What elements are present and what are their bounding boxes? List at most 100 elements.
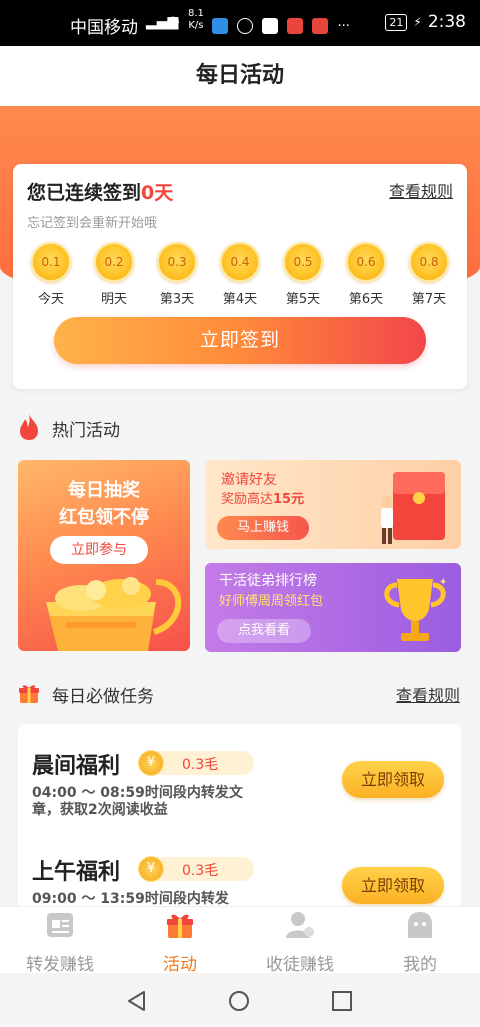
speed-value: 8.1 (188, 8, 204, 19)
task-reward-pill: ¥ 0.3毛 (138, 750, 254, 776)
streak-label: 您已连续签到 (27, 182, 142, 204)
reward-day: 0.1 今天 (21, 242, 81, 307)
lottery-subtitle: 红包领不停 (59, 507, 149, 528)
reward-day-label: 第3天 (159, 292, 195, 307)
add-user-icon (286, 912, 314, 938)
recents-icon[interactable] (331, 990, 353, 1012)
task-name: 晨间福利 (32, 754, 121, 779)
lottery-title: 每日抽奖 (68, 480, 140, 501)
gift-icon (19, 685, 39, 703)
daily-tasks-title: 每日必做任务 (52, 687, 154, 707)
sign-in-card: 您已连续签到0天 查看规则 忘记签到会重新开始哦 0.1 今天 0.2 明天 0… (13, 164, 467, 389)
battery-icon: 21 (385, 13, 408, 31)
tab-recruit-earn[interactable]: 收徒赚钱 (240, 907, 360, 975)
treasure-chest-icon (46, 577, 182, 651)
invite-reward-label: 奖励高达 (221, 492, 274, 507)
reward-day: 0.6 第6天 (336, 242, 396, 307)
system-nav-bar (0, 973, 480, 1027)
coin-icon: 0.6 (346, 242, 386, 282)
reward-row: 0.1 今天 0.2 明天 0.3 第3天 0.4 第4天 0.5 第5天 0.… (13, 242, 467, 307)
page-title: 每日活动 (195, 63, 284, 88)
ranking-subtitle: 好师傅周周领红包 (219, 594, 324, 609)
app-notification-icon (212, 17, 228, 34)
sign-rules-link[interactable]: 查看规则 (389, 178, 453, 202)
hot-activities-title: 热门活动 (52, 421, 120, 441)
tab-label: 活动 (163, 955, 197, 975)
home-icon[interactable] (228, 990, 250, 1012)
reward-day-label: 今天 (37, 292, 64, 307)
trophy-icon: ✦ (384, 577, 447, 641)
task-description: 04:00 ～ 08:59时间段内转发文章，获取2次阅读收益 (32, 785, 243, 818)
ranking-title: 干活徒弟排行榜 (219, 573, 317, 589)
reward-day: 0.4 第4天 (210, 242, 270, 307)
reward-day: 0.3 第3天 (147, 242, 207, 307)
more-notifications-icon: ··· (337, 19, 350, 34)
task-list-card: 晨间福利 ¥ 0.3毛 04:00 ～ 08:59时间段内转发文章，获取2次阅读… (18, 724, 461, 924)
reward-day-label: 明天 (100, 292, 127, 307)
reward-day: 0.5 第5天 (273, 242, 333, 307)
reward-day: 0.2 明天 (84, 242, 144, 307)
reward-day-label: 第6天 (348, 292, 384, 307)
task-reward-amount: 0.3毛 (182, 757, 219, 773)
news-app-icon (262, 17, 279, 34)
carrier-name: 中国移动 (70, 18, 138, 38)
invite-title: 邀请好友 (221, 472, 277, 488)
reward-day: 0.8 第7天 (399, 242, 459, 307)
tab-profile[interactable]: 我的 (360, 907, 480, 975)
charging-icon: ⚡ (413, 15, 422, 29)
task-reward-amount: 0.3毛 (182, 863, 219, 879)
reward-day-label: 第4天 (222, 292, 258, 307)
profile-icon (408, 912, 432, 938)
svg-text:✦: ✦ (439, 577, 447, 588)
status-right: 21 ⚡ 2:38 (385, 12, 466, 32)
network-speed: 8.1 K/s (188, 8, 204, 32)
reward-day-label: 第5天 (285, 292, 321, 307)
cloud-icon (237, 17, 254, 34)
view-ranking-button[interactable]: 点我看看 (217, 619, 311, 643)
coin-icon: 0.5 (283, 242, 323, 282)
gift-icon (167, 914, 193, 938)
coin-icon: 0.1 (31, 242, 71, 282)
invite-friends-card[interactable]: 邀请好友 奖励高达15元 马上赚钱 (205, 460, 461, 549)
page-header: 每日活动 (0, 46, 480, 106)
earn-now-button[interactable]: 马上赚钱 (217, 516, 309, 540)
tab-activities[interactable]: 活动 (120, 907, 240, 975)
claim-button[interactable]: 立即领取 (342, 867, 444, 904)
status-bar: 中国移动 ▂▄▆ ◠ 8.1 K/s ··· 21 ⚡ 2:38 (0, 0, 480, 46)
coin-icon: 0.8 (409, 242, 449, 282)
article-icon (47, 913, 73, 937)
coin-icon: 0.2 (94, 242, 134, 282)
back-icon[interactable] (126, 990, 148, 1012)
speed-unit: K/s (188, 20, 204, 31)
invite-reward-amount: 15元 (273, 492, 305, 507)
streak-days: 0天 (141, 182, 174, 204)
tab-label: 收徒赚钱 (266, 955, 334, 975)
coin-icon: 0.3 (157, 242, 197, 282)
sale-app-icon (312, 17, 329, 34)
clock: 2:38 (427, 12, 466, 32)
streak-title: 您已连续签到0天 (27, 178, 173, 205)
shop-app-icon (287, 17, 304, 34)
task-reward-pill: ¥ 0.3毛 (138, 856, 254, 882)
claim-button[interactable]: 立即领取 (342, 761, 444, 798)
tab-label: 转发赚钱 (26, 955, 94, 975)
red-envelope-illustration (381, 472, 445, 544)
wifi-icon: ◠ (166, 12, 180, 31)
task-rules-link[interactable]: 查看规则 (396, 682, 460, 706)
invite-reward: 奖励高达15元 (221, 488, 304, 507)
sign-in-button[interactable]: 立即签到 (54, 317, 426, 364)
task-name: 上午福利 (32, 860, 121, 885)
lottery-join-button[interactable]: 立即参与 (50, 536, 148, 564)
reward-day-label: 第7天 (411, 292, 447, 307)
sign-subtitle: 忘记签到会重新开始哦 (27, 216, 158, 231)
tab-label: 我的 (403, 955, 437, 975)
coin-icon: ¥ (138, 750, 164, 776)
bottom-tab-bar: 转发赚钱 活动 收徒赚钱 我的 (0, 906, 480, 975)
tab-share-earn[interactable]: 转发赚钱 (0, 907, 120, 975)
coin-icon: ¥ (138, 856, 164, 882)
notification-icons: ··· (212, 15, 350, 34)
daily-lottery-card[interactable]: 每日抽奖 红包领不停 立即参与 (18, 460, 190, 651)
coin-icon: 0.4 (220, 242, 260, 282)
fire-icon (20, 414, 38, 440)
apprentice-ranking-card[interactable]: 干活徒弟排行榜 好师傅周周领红包 点我看看 ✦ (205, 563, 461, 652)
